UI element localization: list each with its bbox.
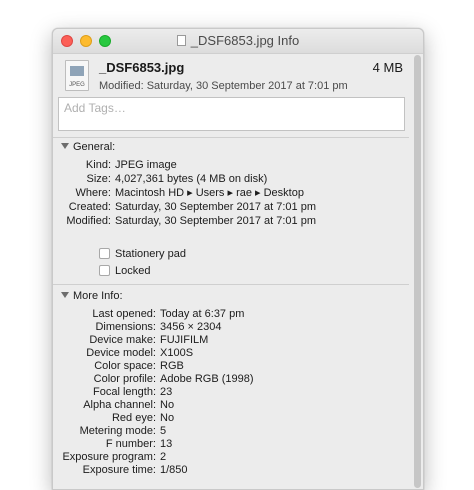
disclosure-triangle-icon[interactable] (61, 292, 69, 298)
row-value: 5 (160, 425, 167, 437)
divider (53, 137, 409, 138)
modified-date: Modified: Saturday, 30 September 2017 at… (99, 80, 348, 92)
row-label: Where: (75, 187, 111, 199)
divider (53, 284, 409, 285)
row-label: Color space: (94, 360, 156, 372)
row-value: Saturday, 30 September 2017 at 7:01 pm (115, 215, 316, 227)
row-label: Metering mode: (79, 425, 156, 437)
general-section-header[interactable]: General: (61, 141, 115, 153)
more-info-heading: More Info: (73, 290, 123, 302)
row-label: Dimensions: (95, 321, 156, 333)
file-size: 4 MB (372, 60, 403, 75)
row-label: F number: (105, 438, 156, 450)
row-label: Modified: (66, 215, 111, 227)
scrollbar-thumb[interactable] (414, 55, 421, 488)
window-title-area: _DSF6853.jpg Info (53, 29, 423, 53)
row-value: Today at 6:37 pm (160, 308, 245, 320)
tags-field[interactable] (58, 97, 405, 131)
row-label: Alpha channel: (83, 399, 156, 411)
document-icon (176, 35, 186, 46)
row-label: Color profile: (93, 373, 156, 385)
row-label: Size: (86, 173, 111, 185)
row-value: Macintosh HD ▸ Users ▸ rae ▸ Desktop (115, 187, 304, 199)
row-label: Exposure time: (82, 464, 156, 476)
row-label: Kind: (85, 159, 111, 171)
row-value: 4,027,361 bytes (4 MB on disk) (115, 173, 268, 185)
row-value: FUJIFILM (160, 334, 209, 346)
file-name: _DSF6853.jpg (99, 60, 185, 75)
row-value: 13 (160, 438, 173, 450)
row-label: Device model: (86, 347, 156, 359)
stationery-pad-row[interactable]: Stationery pad (99, 248, 186, 260)
locked-label: Locked (115, 265, 151, 277)
row-value: 3456 × 2304 (160, 321, 222, 333)
file-icon-label: JPEG (69, 82, 85, 88)
row-value: 1/850 (160, 464, 188, 476)
row-label: Exposure program: (62, 451, 156, 463)
row-label: Red eye: (111, 412, 156, 424)
row-value: No (160, 412, 175, 424)
vertical-scrollbar[interactable] (414, 55, 421, 488)
row-label: Device make: (89, 334, 156, 346)
row-value: RGB (160, 360, 184, 372)
locked-row[interactable]: Locked (99, 265, 150, 277)
image-thumbnail-icon (70, 66, 84, 76)
disclosure-triangle-icon[interactable] (61, 143, 69, 149)
window-title: _DSF6853.jpg Info (190, 33, 300, 48)
row-value: No (160, 399, 175, 411)
tags-input[interactable] (59, 98, 404, 118)
row-value: X100S (160, 347, 194, 359)
general-heading: General: (73, 141, 116, 153)
row-value: Saturday, 30 September 2017 at 7:01 pm (115, 201, 316, 213)
row-value: JPEG image (115, 159, 177, 171)
more-info-section-header[interactable]: More Info: (61, 290, 123, 302)
stationery-pad-checkbox[interactable] (99, 248, 110, 259)
title-bar[interactable]: _DSF6853.jpg Info (53, 29, 423, 54)
stationery-pad-label: Stationery pad (115, 248, 186, 260)
row-label: Created: (68, 201, 111, 213)
row-value: 23 (160, 386, 173, 398)
row-value: 2 (160, 451, 167, 463)
row-label: Focal length: (93, 386, 156, 398)
row-label: Last opened: (92, 308, 156, 320)
row-value: Adobe RGB (1998) (160, 373, 254, 385)
jpeg-file-icon: JPEG (65, 60, 89, 91)
locked-checkbox[interactable] (99, 265, 110, 276)
info-window: _DSF6853.jpg Info JPEG _DSF6853.jpg 4 MB… (52, 28, 424, 490)
